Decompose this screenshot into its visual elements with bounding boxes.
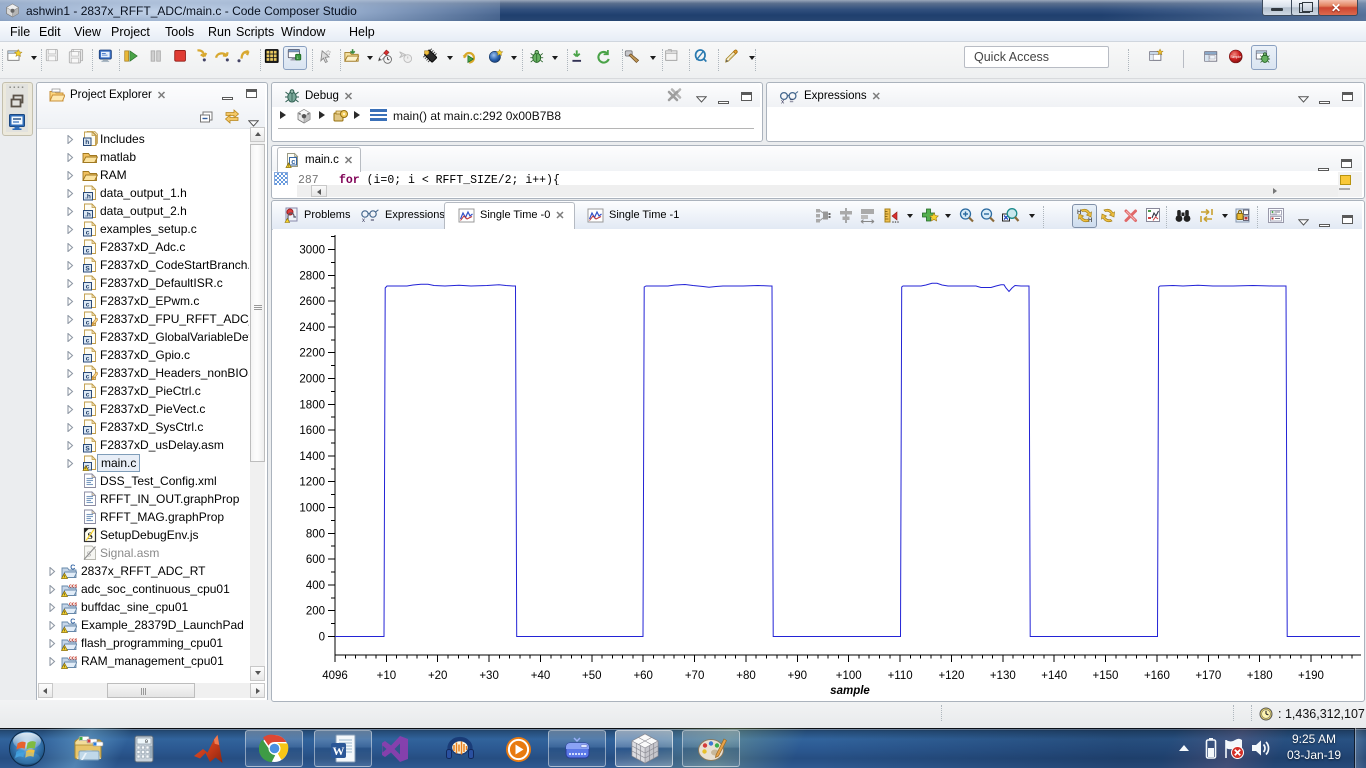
svg-text:ccs: ccs xyxy=(69,638,77,644)
svg-text:2200: 2200 xyxy=(299,348,325,360)
svg-text:=: = xyxy=(371,217,375,223)
svg-text:x: x xyxy=(362,218,365,223)
svg-text:Simple: Simple xyxy=(1230,55,1241,59)
svg-text:sample: sample xyxy=(830,685,870,697)
svg-text:c: c xyxy=(86,428,90,435)
svg-text:+170: +170 xyxy=(1195,670,1221,682)
svg-text:1800: 1800 xyxy=(299,399,325,411)
svg-text:3000: 3000 xyxy=(299,245,325,257)
svg-text:c: c xyxy=(86,338,90,345)
svg-text:+140: +140 xyxy=(1041,670,1067,682)
svg-text:+190: +190 xyxy=(1298,670,1324,682)
svg-text:ccs: ccs xyxy=(69,602,77,608)
svg-text:+60: +60 xyxy=(633,670,653,682)
svg-text:+130: +130 xyxy=(990,670,1016,682)
svg-text:2400: 2400 xyxy=(299,322,325,334)
svg-text:+180: +180 xyxy=(1247,670,1273,682)
svg-text:c: c xyxy=(86,230,90,237)
svg-text:800: 800 xyxy=(306,528,325,540)
svg-text:ccs: ccs xyxy=(69,584,77,590)
svg-text:+50: +50 xyxy=(582,670,602,682)
svg-text:c: c xyxy=(86,374,90,381)
svg-text:+10: +10 xyxy=(377,670,397,682)
svg-text:+160: +160 xyxy=(1144,670,1170,682)
svg-text:↓: ↓ xyxy=(297,56,299,61)
svg-text:1200: 1200 xyxy=(299,477,325,489)
svg-text:+100: +100 xyxy=(836,670,862,682)
svg-text:+80: +80 xyxy=(736,670,756,682)
svg-text:1600: 1600 xyxy=(299,425,325,437)
svg-text:C: C xyxy=(70,565,75,572)
svg-text:+40: +40 xyxy=(531,670,551,682)
svg-text:+120: +120 xyxy=(938,670,964,682)
svg-text:+110: +110 xyxy=(888,670,913,682)
svg-text:W: W xyxy=(333,744,345,758)
svg-text:c: c xyxy=(86,410,90,417)
svg-text:400: 400 xyxy=(306,580,325,592)
svg-text:2800: 2800 xyxy=(299,270,325,282)
svg-text:c: c xyxy=(86,302,90,309)
svg-text:+30: +30 xyxy=(479,670,499,682)
svg-text:c: c xyxy=(86,356,90,363)
svg-text:c: c xyxy=(86,248,90,255)
svg-text:0: 0 xyxy=(145,738,148,745)
svg-text:.h: .h xyxy=(85,194,91,201)
svg-text:0: 0 xyxy=(319,632,325,644)
svg-text:c: c xyxy=(86,392,90,399)
svg-text:S: S xyxy=(85,266,90,273)
svg-text:+90: +90 xyxy=(788,670,808,682)
svg-text:+70: +70 xyxy=(685,670,705,682)
svg-text:2000: 2000 xyxy=(299,374,325,386)
svg-text:600: 600 xyxy=(306,554,325,566)
svg-text:+20: +20 xyxy=(428,670,448,682)
svg-text:1000: 1000 xyxy=(299,503,325,515)
svg-text:2600: 2600 xyxy=(299,296,325,308)
svg-text:S: S xyxy=(85,446,90,453)
svg-text:+150: +150 xyxy=(1093,670,1119,682)
svg-text:200: 200 xyxy=(306,606,325,618)
svg-text:c: c xyxy=(291,157,295,166)
svg-text:c: c xyxy=(86,284,90,291)
svg-text:1400: 1400 xyxy=(299,451,325,463)
svg-text:C: C xyxy=(70,619,75,626)
svg-text:ccs: ccs xyxy=(69,656,77,662)
svg-text:4096: 4096 xyxy=(322,670,348,682)
svg-text:=: = xyxy=(790,99,794,105)
svg-text:.h: .h xyxy=(85,212,91,219)
svg-text:!: ! xyxy=(288,163,289,168)
svg-text:c: c xyxy=(86,320,90,327)
svg-text:h: h xyxy=(85,139,89,146)
